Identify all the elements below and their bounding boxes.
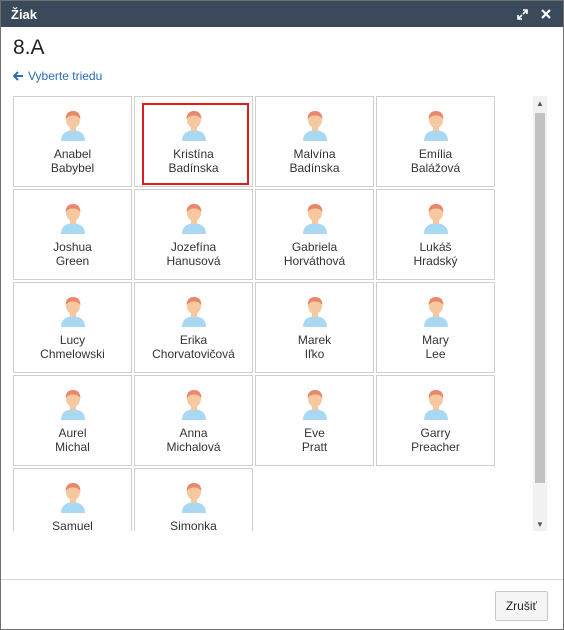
student-avatar-icon bbox=[60, 111, 85, 141]
scroll-up-icon[interactable]: ▲ bbox=[533, 96, 547, 110]
student-last-name: Badínska bbox=[168, 161, 219, 175]
student-dialog: Žiak 8.A Vyberte triedu Anabel Babybel Kri… bbox=[0, 0, 564, 630]
student-last-name: Preacher bbox=[411, 440, 460, 454]
back-to-class-link[interactable]: Vyberte triedu bbox=[13, 69, 102, 83]
student-first-name: Malvína bbox=[293, 147, 336, 161]
student-first-name: Emília bbox=[418, 147, 453, 161]
student-avatar-icon bbox=[60, 204, 85, 234]
student-first-name: Aurel bbox=[58, 426, 87, 440]
student-tile[interactable]: Joshua Green bbox=[13, 189, 132, 280]
close-icon[interactable] bbox=[539, 7, 553, 21]
student-tile[interactable]: Malvína Badínska bbox=[255, 96, 374, 187]
student-first-name: Jozefína bbox=[170, 240, 217, 254]
titlebar: Žiak bbox=[1, 1, 563, 27]
student-first-name: Anna bbox=[179, 426, 208, 440]
student-tile[interactable]: Marek Iľko bbox=[255, 282, 374, 373]
student-first-name: Marek bbox=[297, 333, 332, 347]
student-last-name: Badínska bbox=[289, 161, 340, 175]
student-grid: Anabel Babybel Kristína Badínska Malvína Badí… bbox=[13, 96, 533, 531]
student-first-name: Mary bbox=[422, 333, 449, 347]
student-avatar-icon bbox=[181, 204, 206, 234]
student-tile[interactable]: Emília Balážová bbox=[376, 96, 495, 187]
student-grid-container: Anabel Babybel Kristína Badínska Malvína Badí… bbox=[13, 96, 533, 531]
student-last-name: Horváthová bbox=[283, 254, 346, 268]
student-last-name: Hradský bbox=[413, 254, 458, 268]
student-first-name: Lukáš bbox=[419, 240, 452, 254]
student-tile[interactable]: Simonka bbox=[134, 468, 253, 531]
student-first-name: Samuel bbox=[52, 519, 93, 531]
student-tile[interactable]: Jozefína Hanusová bbox=[134, 189, 253, 280]
student-first-name: Joshua bbox=[53, 240, 92, 254]
window-title: Žiak bbox=[11, 6, 38, 22]
student-tile[interactable]: Mary Lee bbox=[376, 282, 495, 373]
student-tile[interactable]: Aurel Michal bbox=[13, 375, 132, 466]
student-first-name: Gabriela bbox=[291, 240, 338, 254]
scroll-down-icon[interactable]: ▼ bbox=[533, 517, 547, 531]
student-tile[interactable]: Anna Michalová bbox=[134, 375, 253, 466]
student-tile[interactable]: Gabriela Horváthová bbox=[255, 189, 374, 280]
student-last-name: Michal bbox=[55, 440, 90, 454]
scrollbar-thumb[interactable] bbox=[535, 113, 545, 483]
student-avatar-icon bbox=[423, 111, 448, 141]
cancel-button[interactable]: Zrušiť bbox=[494, 591, 548, 621]
student-last-name: Hanusová bbox=[166, 254, 221, 268]
student-avatar-icon bbox=[302, 204, 327, 234]
arrow-left-icon bbox=[13, 71, 23, 81]
student-first-name: Lucy bbox=[59, 333, 86, 347]
student-first-name: Erika bbox=[179, 333, 208, 347]
student-avatar-icon bbox=[181, 111, 206, 141]
student-last-name: Iľko bbox=[304, 347, 325, 361]
student-first-name: Eve bbox=[304, 426, 325, 440]
student-avatar-icon bbox=[302, 111, 327, 141]
student-tile[interactable]: Eve Pratt bbox=[255, 375, 374, 466]
student-avatar-icon bbox=[181, 297, 206, 327]
student-last-name: Pratt bbox=[301, 440, 328, 454]
student-tile[interactable]: Lucy Chmelowski bbox=[13, 282, 132, 373]
student-last-name: Chmelowski bbox=[40, 347, 105, 361]
student-tile[interactable]: Anabel Babybel bbox=[13, 96, 132, 187]
student-avatar-icon bbox=[60, 297, 85, 327]
student-avatar-icon bbox=[60, 483, 85, 513]
student-avatar-icon bbox=[60, 390, 85, 420]
student-last-name: Babybel bbox=[50, 161, 95, 175]
student-tile[interactable]: Garry Preacher bbox=[376, 375, 495, 466]
student-avatar-icon bbox=[423, 204, 448, 234]
student-last-name: Green bbox=[55, 254, 90, 268]
student-avatar-icon bbox=[302, 297, 327, 327]
expand-icon[interactable] bbox=[515, 7, 529, 21]
student-last-name: Michalová bbox=[166, 440, 221, 454]
student-avatar-icon bbox=[302, 390, 327, 420]
class-title: 8.A bbox=[13, 36, 45, 59]
student-first-name: Garry bbox=[420, 426, 451, 440]
student-last-name: Balážová bbox=[410, 161, 461, 175]
student-avatar-icon bbox=[181, 390, 206, 420]
student-avatar-icon bbox=[181, 483, 206, 513]
footer-divider bbox=[1, 579, 563, 580]
student-last-name: Chorvatovičová bbox=[152, 347, 235, 361]
student-tile[interactable]: Erika Chorvatovičová bbox=[134, 282, 253, 373]
scrollbar[interactable]: ▲ ▼ bbox=[533, 96, 547, 531]
student-first-name: Kristína bbox=[173, 147, 214, 161]
student-avatar-icon bbox=[423, 390, 448, 420]
student-tile[interactable]: Lukáš Hradský bbox=[376, 189, 495, 280]
student-tile[interactable]: Samuel bbox=[13, 468, 132, 531]
back-link-label: Vyberte triedu bbox=[28, 69, 103, 83]
student-first-name: Anabel bbox=[53, 147, 92, 161]
student-avatar-icon bbox=[423, 297, 448, 327]
student-tile[interactable]: Kristína Badínska bbox=[134, 96, 253, 187]
student-first-name: Simonka bbox=[170, 519, 217, 531]
student-last-name: Lee bbox=[425, 347, 446, 361]
